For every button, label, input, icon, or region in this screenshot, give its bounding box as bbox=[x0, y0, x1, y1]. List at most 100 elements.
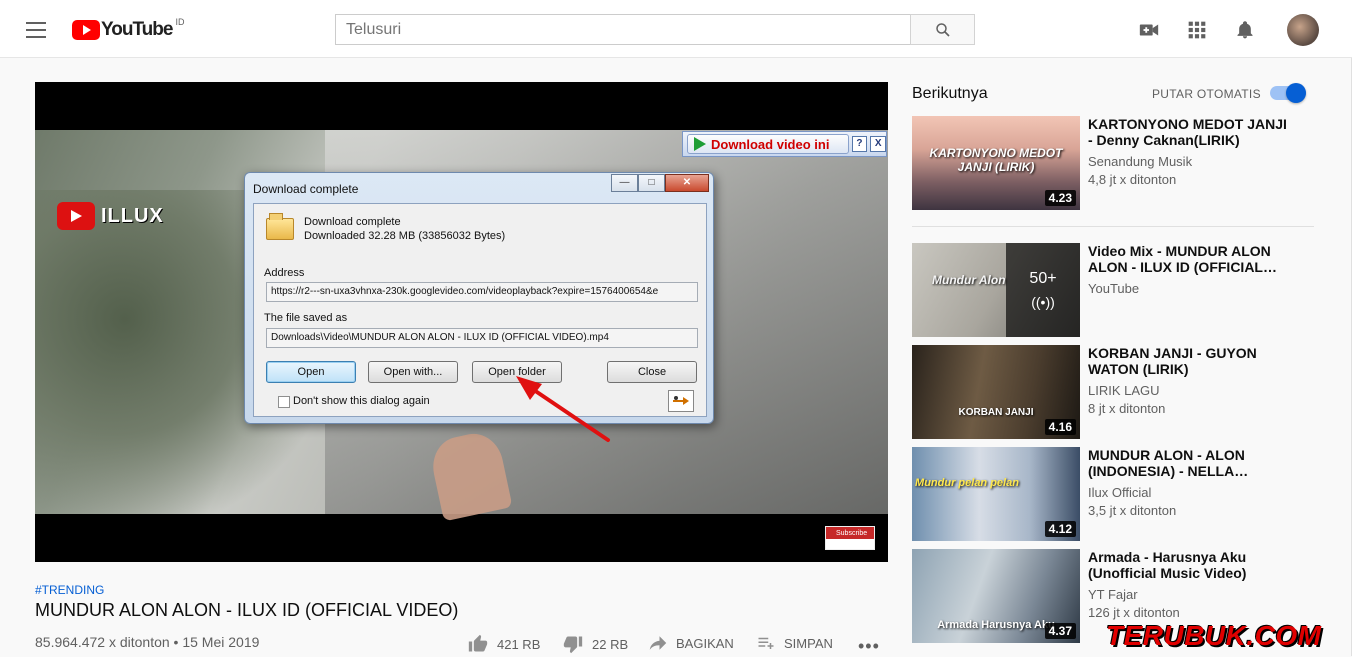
address-field[interactable]: https://r2---sn-uxa3vhnxa-230k.googlevid… bbox=[266, 282, 698, 302]
thumbnail-caption: KORBAN JANJI bbox=[958, 407, 1034, 418]
like-count: 421 RB bbox=[497, 636, 541, 652]
create-video-icon[interactable] bbox=[1137, 18, 1161, 42]
status-line-1: Download complete bbox=[304, 216, 401, 228]
idm-settings-icon[interactable] bbox=[668, 390, 694, 412]
thumbs-down-icon bbox=[563, 636, 583, 654]
window-controls: — □ ✕ bbox=[611, 174, 709, 192]
mix-count: 50+ bbox=[1029, 270, 1057, 287]
search-button[interactable] bbox=[910, 14, 975, 45]
menu-icon[interactable] bbox=[26, 22, 46, 38]
view-count: 3,5 jt x ditonton bbox=[1088, 503, 1177, 518]
channel-name[interactable]: YouTube bbox=[1088, 281, 1139, 296]
top-bar: YouTube ID bbox=[0, 0, 1352, 58]
more-actions-icon[interactable]: ••• bbox=[858, 636, 880, 657]
mix-overlay: 50+ ((•)) bbox=[1006, 243, 1080, 337]
duration-badge: 4.23 bbox=[1044, 190, 1076, 206]
dialog-title: Download complete bbox=[253, 182, 359, 196]
recommendation-item-mix[interactable]: Mundur Alon 50+ ((•)) Video Mix - MUNDUR… bbox=[912, 243, 1314, 337]
channel-name[interactable]: YT Fajar bbox=[1088, 587, 1138, 602]
logo-text: YouTube bbox=[101, 19, 173, 40]
views-date: 85.964.472 x ditonton • 15 Mei 2019 bbox=[35, 634, 260, 650]
save-label: SIMPAN bbox=[784, 635, 833, 651]
minimize-button[interactable]: — bbox=[611, 174, 638, 192]
video-thumbnail[interactable]: Armada Harusnya Aku 4.37 bbox=[912, 549, 1080, 643]
status-line-2: Downloaded 32.28 MB (33856032 Bytes) bbox=[304, 230, 506, 242]
view-count: 8 jt x ditonton bbox=[1088, 401, 1166, 416]
open-button[interactable]: Open bbox=[266, 361, 356, 383]
subscribe-badge-label: Subscribe bbox=[836, 530, 868, 537]
share-label: BAGIKAN bbox=[676, 635, 734, 651]
duration-badge: 4.16 bbox=[1044, 419, 1076, 435]
video-title[interactable]: Armada - Harusnya Aku (Unofficial Music … bbox=[1088, 549, 1288, 581]
help-icon[interactable]: ? bbox=[851, 136, 868, 152]
apps-grid-icon[interactable] bbox=[1185, 18, 1209, 42]
recommendation-item[interactable]: Mundur pelan pelan 4.12 MUNDUR ALON - AL… bbox=[912, 447, 1314, 541]
thumbnail-caption: KARTONYONO MEDOT JANJI (LIRIK) bbox=[929, 146, 1063, 174]
search-input[interactable] bbox=[335, 14, 911, 45]
avatar[interactable] bbox=[1287, 14, 1319, 46]
maximize-button[interactable]: □ bbox=[638, 174, 665, 192]
channel-name[interactable]: Senandung Musik bbox=[1088, 154, 1192, 169]
subscribe-badge-cursor-bar bbox=[826, 539, 874, 549]
thumbnail-caption: Mundur pelan pelan bbox=[915, 477, 1019, 489]
close-icon[interactable]: X bbox=[870, 136, 887, 152]
video-title: MUNDUR ALON ALON - ILUX ID (OFFICIAL VID… bbox=[35, 600, 459, 620]
autoplay-toggle[interactable] bbox=[1270, 83, 1306, 103]
youtube-play-icon bbox=[72, 20, 100, 40]
download-video-label: Download video ini bbox=[711, 136, 830, 152]
video-thumbnail[interactable]: Mundur pelan pelan 4.12 bbox=[912, 447, 1080, 541]
address-label: Address bbox=[264, 267, 305, 279]
share-icon bbox=[649, 636, 667, 650]
view-count: 4,8 jt x ditonton bbox=[1088, 172, 1177, 187]
dont-show-again-label: Don't show this dialog again bbox=[293, 395, 430, 407]
youtube-logo[interactable]: YouTube ID bbox=[72, 17, 185, 41]
dont-show-again-checkbox[interactable] bbox=[278, 396, 290, 408]
subscribe-badge[interactable]: Subscribe bbox=[825, 526, 875, 550]
search-icon bbox=[935, 22, 950, 37]
folder-icon bbox=[266, 213, 294, 240]
saved-as-label: The file saved as bbox=[264, 312, 348, 324]
autoplay-toggle-knob bbox=[1286, 83, 1306, 103]
download-complete-dialog: Download complete — □ ✕ Download complet… bbox=[244, 172, 714, 424]
saved-path-field[interactable]: Downloads\Video\MUNDUR ALON ALON - ILUX … bbox=[266, 328, 698, 348]
duration-badge: 4.37 bbox=[1044, 623, 1076, 639]
notifications-bell-icon[interactable] bbox=[1233, 18, 1257, 42]
open-with-button[interactable]: Open with... bbox=[368, 361, 458, 383]
video-title[interactable]: Video Mix - MUNDUR ALON ALON - ILUX ID (… bbox=[1088, 243, 1288, 275]
channel-name[interactable]: Ilux Official bbox=[1088, 485, 1151, 500]
save-button[interactable]: SIMPAN bbox=[756, 634, 833, 652]
up-next-heading: Berikutnya bbox=[912, 85, 988, 102]
mix-radio-icon: ((•)) bbox=[1031, 294, 1055, 310]
video-thumbnail[interactable]: KARTONYONO MEDOT JANJI (LIRIK) 4.23 bbox=[912, 116, 1080, 210]
logo-region: ID bbox=[175, 17, 185, 27]
thumbnail-caption: Mundur Alon bbox=[932, 273, 1006, 287]
channel-name[interactable]: LIRIK LAGU bbox=[1088, 383, 1160, 398]
close-button[interactable]: Close bbox=[607, 361, 697, 383]
channel-watermark-logo: ILLUX bbox=[57, 199, 177, 233]
recommendation-item[interactable]: KARTONYONO MEDOT JANJI (LIRIK) 4.23 KART… bbox=[912, 116, 1314, 210]
share-button[interactable]: BAGIKAN bbox=[648, 634, 734, 652]
add-to-playlist-icon bbox=[758, 637, 774, 649]
view-count: 126 jt x ditonton bbox=[1088, 605, 1180, 620]
divider bbox=[912, 226, 1314, 227]
dislike-button[interactable]: 22 RB bbox=[562, 634, 628, 654]
play-arrow-icon bbox=[694, 137, 706, 151]
video-thumbnail[interactable]: Mundur Alon 50+ ((•)) bbox=[912, 243, 1080, 337]
video-title[interactable]: KARTONYONO MEDOT JANJI - Denny Caknan(LI… bbox=[1088, 116, 1288, 148]
dialog-body: Download complete Downloaded 32.28 MB (3… bbox=[253, 203, 707, 417]
download-video-bar: Download video ini ? X bbox=[682, 131, 887, 157]
window-close-button[interactable]: ✕ bbox=[665, 174, 709, 192]
like-button[interactable]: 421 RB bbox=[467, 634, 540, 654]
duration-badge: 4.12 bbox=[1044, 521, 1076, 537]
dislike-count: 22 RB bbox=[592, 636, 629, 652]
video-title[interactable]: KORBAN JANJI - GUYON WATON (LIRIK) bbox=[1088, 345, 1288, 377]
video-thumbnail[interactable]: KORBAN JANJI 4.16 bbox=[912, 345, 1080, 439]
channel-tv-icon bbox=[57, 202, 95, 230]
site-watermark: TERUBUK.COM bbox=[1106, 620, 1322, 651]
recommendation-item[interactable]: KORBAN JANJI 4.16 KORBAN JANJI - GUYON W… bbox=[912, 345, 1314, 439]
trending-tag[interactable]: #TRENDING bbox=[35, 583, 104, 597]
video-title[interactable]: MUNDUR ALON - ALON (INDONESIA) - NELLA… bbox=[1088, 447, 1288, 479]
thumbs-up-icon bbox=[468, 634, 488, 652]
autoplay-label: PUTAR OTOMATIS bbox=[1152, 87, 1261, 101]
download-video-button[interactable]: Download video ini bbox=[687, 134, 849, 154]
